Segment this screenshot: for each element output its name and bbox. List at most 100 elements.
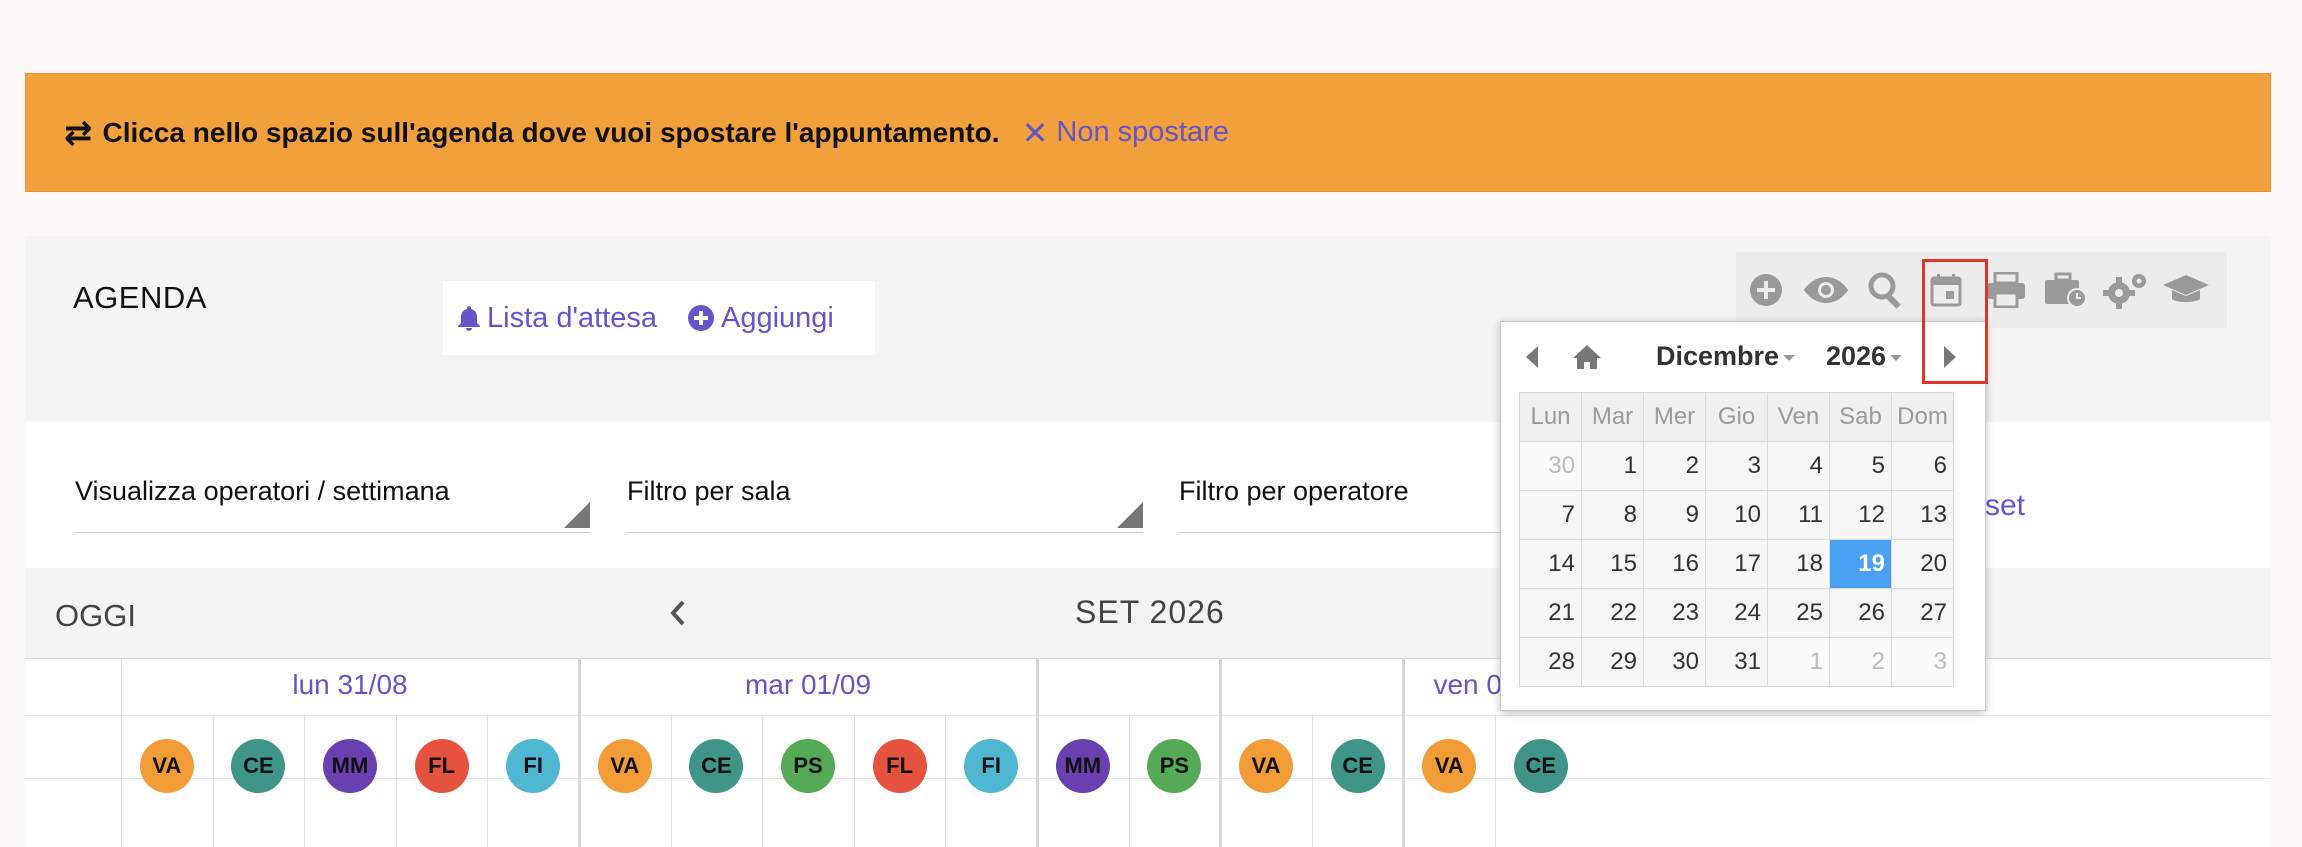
waitlist-label: Lista d'attesa <box>487 301 657 334</box>
bell-icon <box>457 304 481 332</box>
operator-avatar[interactable]: FL <box>414 739 469 793</box>
prev-month-button[interactable] <box>1517 340 1547 374</box>
add-circle-icon[interactable] <box>1736 260 1796 320</box>
day-cell[interactable]: 20 <box>1891 539 1954 589</box>
operator-avatar[interactable]: VA <box>1422 739 1477 793</box>
day-cell[interactable]: 15 <box>1581 539 1644 589</box>
grid-line <box>945 715 947 847</box>
day-separator <box>1036 659 1039 847</box>
day-cell[interactable]: 1 <box>1581 441 1644 491</box>
home-button[interactable] <box>1569 340 1605 374</box>
datepicker-popup: Dicembre 2026 Lun Mar Mer Gio Ven Sab Dom 30 1 2… <box>1500 321 1986 711</box>
day-cell[interactable]: 28 <box>1519 637 1582 687</box>
day-cell[interactable]: 30 <box>1643 637 1706 687</box>
day-header[interactable]: lun 31/08 <box>121 669 579 701</box>
day-cell[interactable]: 10 <box>1705 490 1768 540</box>
day-separator <box>1219 659 1223 847</box>
operator-avatar[interactable]: VA <box>139 739 194 793</box>
grid-line <box>762 715 764 847</box>
day-cell[interactable]: 14 <box>1519 539 1582 589</box>
day-cell[interactable]: 6 <box>1891 441 1954 491</box>
weekday-header: Lun <box>1519 392 1582 442</box>
operator-avatar[interactable]: CE <box>1513 739 1568 793</box>
month-select[interactable]: Dicembre <box>1656 341 1796 372</box>
grid-line <box>1128 715 1130 847</box>
day-cell[interactable]: 22 <box>1581 588 1644 638</box>
day-cell[interactable]: 3 <box>1891 637 1954 687</box>
day-cell[interactable]: 16 <box>1643 539 1706 589</box>
day-cell[interactable]: 23 <box>1643 588 1706 638</box>
month-select-value: Dicembre <box>1656 341 1780 371</box>
day-cell[interactable]: 26 <box>1829 588 1892 638</box>
day-cell[interactable]: 27 <box>1891 588 1954 638</box>
view-select[interactable]: Visualizza operatori / settimana <box>75 476 590 533</box>
day-header[interactable]: mar 01/09 <box>579 669 1037 701</box>
weekday-header: Ven <box>1767 392 1830 442</box>
day-cell[interactable]: 30 <box>1519 441 1582 491</box>
operator-filter-select[interactable]: Filtro per operatore <box>1179 476 1519 533</box>
day-cell[interactable]: 21 <box>1519 588 1582 638</box>
operator-avatar[interactable]: PS <box>781 739 835 793</box>
day-cell[interactable]: 2 <box>1829 637 1892 687</box>
day-cell[interactable]: 24 <box>1705 588 1768 638</box>
chevron-left-icon <box>670 600 685 626</box>
swap-arrows-icon: ⇄ <box>64 113 93 152</box>
operator-avatar[interactable]: CE <box>689 739 744 793</box>
day-cell[interactable]: 11 <box>1767 490 1830 540</box>
reset-link[interactable]: set <box>1985 489 2025 523</box>
briefcase-clock-icon[interactable] <box>2036 260 2096 320</box>
today-button[interactable]: OGGI <box>55 598 136 634</box>
day-cell[interactable]: 12 <box>1829 490 1892 540</box>
day-cell[interactable]: 13 <box>1891 490 1954 540</box>
day-cell[interactable]: 9 <box>1643 490 1706 540</box>
eye-icon[interactable] <box>1796 260 1856 320</box>
weekday-header: Dom <box>1891 392 1954 442</box>
waitlist-button[interactable]: Lista d'attesa <box>457 302 657 335</box>
agenda-actions: Lista d'attesa Aggiungi <box>443 281 875 355</box>
room-filter-select[interactable]: Filtro per sala <box>627 476 1143 533</box>
add-circle-icon <box>687 304 715 332</box>
graduation-cap-icon[interactable] <box>2156 260 2216 320</box>
day-cell[interactable]: 18 <box>1767 539 1830 589</box>
search-icon[interactable] <box>1856 260 1916 320</box>
day-cell[interactable]: 25 <box>1767 588 1830 638</box>
day-cell[interactable]: 5 <box>1829 441 1892 491</box>
prev-week-button[interactable] <box>653 588 703 638</box>
weekday-header: Mar <box>1581 392 1644 442</box>
operator-avatar[interactable]: FI <box>506 739 561 793</box>
operator-avatar[interactable]: CE <box>1330 739 1385 793</box>
operator-avatar[interactable]: FL <box>872 739 927 793</box>
print-icon[interactable] <box>1976 260 2036 320</box>
home-icon <box>1573 345 1601 369</box>
calendar-icon[interactable] <box>1916 260 1976 320</box>
day-cell[interactable]: 2 <box>1643 441 1706 491</box>
view-select-value: Visualizza operatori / settimana <box>75 476 450 506</box>
operator-avatar[interactable]: VA <box>1239 739 1293 793</box>
day-cell[interactable]: 3 <box>1705 441 1768 491</box>
add-button[interactable]: Aggiungi <box>687 302 834 335</box>
operator-avatar[interactable]: CE <box>231 739 286 793</box>
day-cell[interactable]: 31 <box>1705 637 1768 687</box>
day-cell[interactable]: 17 <box>1705 539 1768 589</box>
grid-line <box>670 715 672 847</box>
operator-avatar[interactable]: MM <box>1055 739 1110 793</box>
operator-avatar[interactable]: FI <box>964 739 1019 793</box>
caret-right-icon <box>1944 346 1956 368</box>
day-cell-selected[interactable]: 19 <box>1829 539 1892 589</box>
year-select[interactable]: 2026 <box>1826 341 1903 372</box>
day-cell[interactable]: 8 <box>1581 490 1644 540</box>
operator-avatar[interactable]: PS <box>1147 739 1202 793</box>
page-title: AGENDA <box>73 280 207 315</box>
day-cell[interactable]: 4 <box>1767 441 1830 491</box>
gears-icon[interactable] <box>2096 260 2156 320</box>
operator-avatar[interactable]: VA <box>597 739 652 793</box>
operator-avatar[interactable]: MM <box>323 739 377 793</box>
day-cell[interactable]: 1 <box>1767 637 1830 687</box>
cancel-move-button[interactable]: ✕ Non spostare <box>1022 114 1229 152</box>
day-cell[interactable]: 7 <box>1519 490 1582 540</box>
next-month-button[interactable] <box>1935 340 1965 374</box>
close-icon: ✕ <box>1021 114 1049 151</box>
day-cell[interactable]: 29 <box>1581 637 1644 687</box>
cancel-move-label: Non spostare <box>1056 116 1229 148</box>
year-select-value: 2026 <box>1826 341 1887 371</box>
